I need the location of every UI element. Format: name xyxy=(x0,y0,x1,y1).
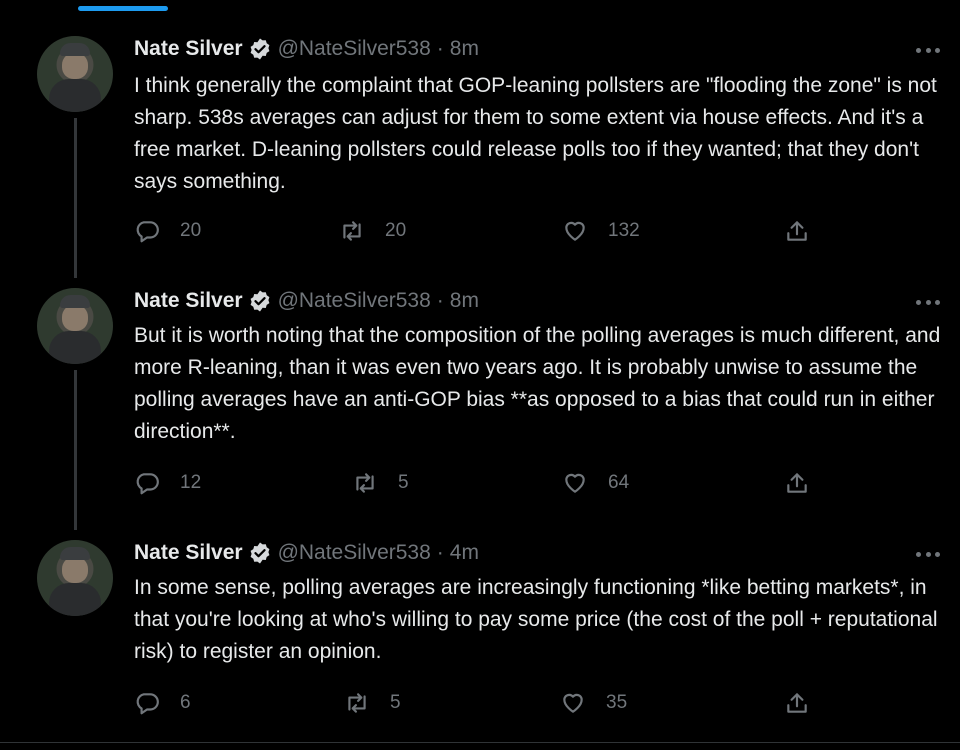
verified-badge-icon xyxy=(248,541,272,565)
retweet-icon xyxy=(348,693,366,713)
tweet-text: In some sense, polling averages are incr… xyxy=(134,576,944,663)
heart-icon xyxy=(563,693,583,713)
tweet[interactable]: Nate Silver @NateSilver538 · 8m I think … xyxy=(0,0,960,250)
share-icon xyxy=(787,221,807,241)
avatar[interactable] xyxy=(37,36,113,112)
share-icon xyxy=(787,473,807,493)
share-button[interactable] xyxy=(784,470,810,496)
reply-icon xyxy=(136,693,159,715)
separator-dot: · xyxy=(436,37,444,60)
retweet-icon xyxy=(343,221,361,241)
share-icon xyxy=(787,693,807,713)
heart-icon xyxy=(565,221,585,241)
share-button[interactable] xyxy=(784,690,810,716)
separator-dot: · xyxy=(436,289,444,312)
tweet-actions: 20 20 132 xyxy=(134,218,834,246)
tweet-timestamp[interactable]: 4m xyxy=(450,541,479,565)
author-name[interactable]: Nate Silver xyxy=(134,289,243,313)
share-button[interactable] xyxy=(784,218,810,244)
retweet-button[interactable]: 20 xyxy=(339,218,406,244)
verified-badge-icon xyxy=(248,289,272,313)
like-button[interactable]: 132 xyxy=(562,218,640,244)
like-button[interactable]: 64 xyxy=(562,470,629,496)
like-count: 35 xyxy=(606,692,628,713)
retweet-icon xyxy=(356,473,374,493)
retweet-button[interactable]: 5 xyxy=(352,470,409,496)
reply-icon xyxy=(136,473,159,495)
tweet-actions: 12 5 64 xyxy=(134,470,834,498)
heart-icon xyxy=(565,473,585,493)
tweet-actions: 6 5 35 xyxy=(134,690,834,718)
separator-dot: · xyxy=(436,541,444,564)
tweet-text: I think generally the complaint that GOP… xyxy=(134,74,943,193)
tweet-header: Nate Silver @NateSilver538 · 8m xyxy=(134,289,479,313)
reply-icon xyxy=(136,221,159,243)
reply-count: 12 xyxy=(180,472,202,493)
more-options-icon[interactable] xyxy=(916,297,940,307)
reply-button[interactable]: 6 xyxy=(134,690,191,716)
avatar[interactable] xyxy=(37,540,113,616)
like-count: 132 xyxy=(608,220,640,241)
divider xyxy=(0,742,960,743)
reply-button[interactable]: 12 xyxy=(134,470,201,496)
author-handle[interactable]: @NateSilver538 xyxy=(278,37,431,61)
reply-count: 20 xyxy=(180,220,202,241)
retweet-button[interactable]: 5 xyxy=(344,690,401,716)
tweet-timestamp[interactable]: 8m xyxy=(450,289,479,313)
more-options-icon[interactable] xyxy=(916,45,940,55)
retweet-count: 5 xyxy=(398,472,409,493)
tweet-timestamp[interactable]: 8m xyxy=(450,37,479,61)
tweet-header: Nate Silver @NateSilver538 · 4m xyxy=(134,541,479,565)
author-name[interactable]: Nate Silver xyxy=(134,541,243,565)
tweet[interactable]: Nate Silver @NateSilver538 · 4m In some … xyxy=(0,504,960,742)
like-button[interactable]: 35 xyxy=(560,690,627,716)
tweet-header: Nate Silver @NateSilver538 · 8m xyxy=(134,37,479,61)
author-handle[interactable]: @NateSilver538 xyxy=(278,289,431,313)
verified-badge-icon xyxy=(248,37,272,61)
retweet-count: 20 xyxy=(385,220,407,241)
author-name[interactable]: Nate Silver xyxy=(134,37,243,61)
reply-count: 6 xyxy=(180,692,191,713)
retweet-count: 5 xyxy=(390,692,401,713)
author-handle[interactable]: @NateSilver538 xyxy=(278,541,431,565)
tweet[interactable]: Nate Silver @NateSilver538 · 8m But it i… xyxy=(0,252,960,502)
tweet-text: But it is worth noting that the composit… xyxy=(134,324,947,443)
avatar[interactable] xyxy=(37,288,113,364)
more-options-icon[interactable] xyxy=(916,549,940,559)
reply-button[interactable]: 20 xyxy=(134,218,201,244)
like-count: 64 xyxy=(608,472,630,493)
